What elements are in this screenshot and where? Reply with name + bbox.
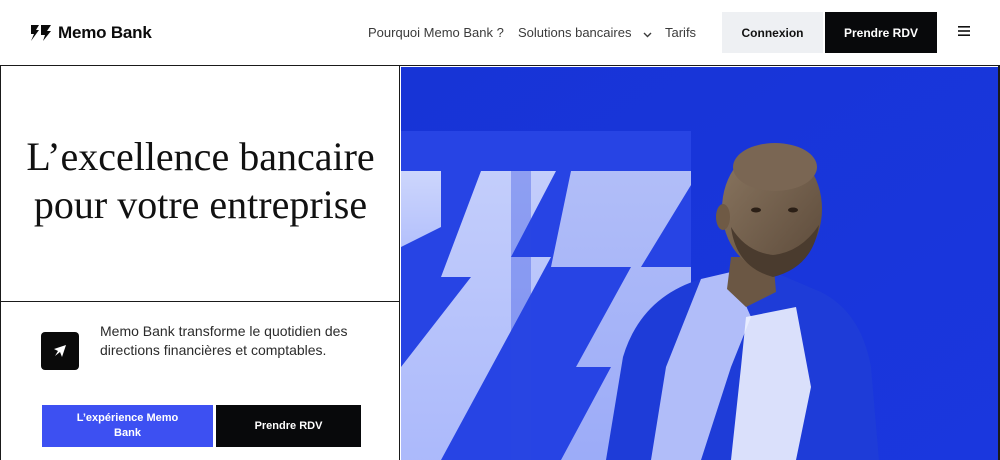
appointment-button[interactable]: Prendre RDV	[216, 405, 361, 447]
headline-box: L’excellence bancaire pour votre entrepr…	[1, 66, 400, 302]
experience-button[interactable]: L’expérience Memo Bank	[42, 405, 213, 447]
nav-item-pourquoi[interactable]: Pourquoi Memo Bank ?	[368, 25, 504, 40]
header-appointment-button[interactable]: Prendre RDV	[825, 12, 937, 53]
chevron-down-icon	[643, 26, 652, 41]
nav-item-solutions[interactable]: Solutions bancaires	[518, 25, 652, 41]
login-button[interactable]: Connexion	[722, 12, 823, 53]
memo-bank-logo-icon	[30, 23, 52, 43]
brand-logo-link[interactable]: Memo Bank	[30, 20, 152, 46]
hero-headline: L’excellence bancaire pour votre entrepr…	[26, 133, 375, 227]
site-header: Memo Bank Pourquoi Memo Bank ? Solutions…	[0, 0, 1000, 66]
hero-description: Memo Bank transforme le quotidien des di…	[100, 323, 348, 358]
hero-photo	[401, 67, 1000, 460]
arrow-tilted-icon	[41, 332, 79, 370]
nav-item-solutions-label: Solutions bancaires	[518, 25, 632, 40]
hamburger-menu-icon[interactable]	[957, 24, 971, 38]
brand-name: Memo Bank	[58, 23, 152, 42]
nav-item-tarifs[interactable]: Tarifs	[665, 25, 696, 40]
hero-text-panel: L’excellence bancaire pour votre entrepr…	[0, 66, 400, 460]
